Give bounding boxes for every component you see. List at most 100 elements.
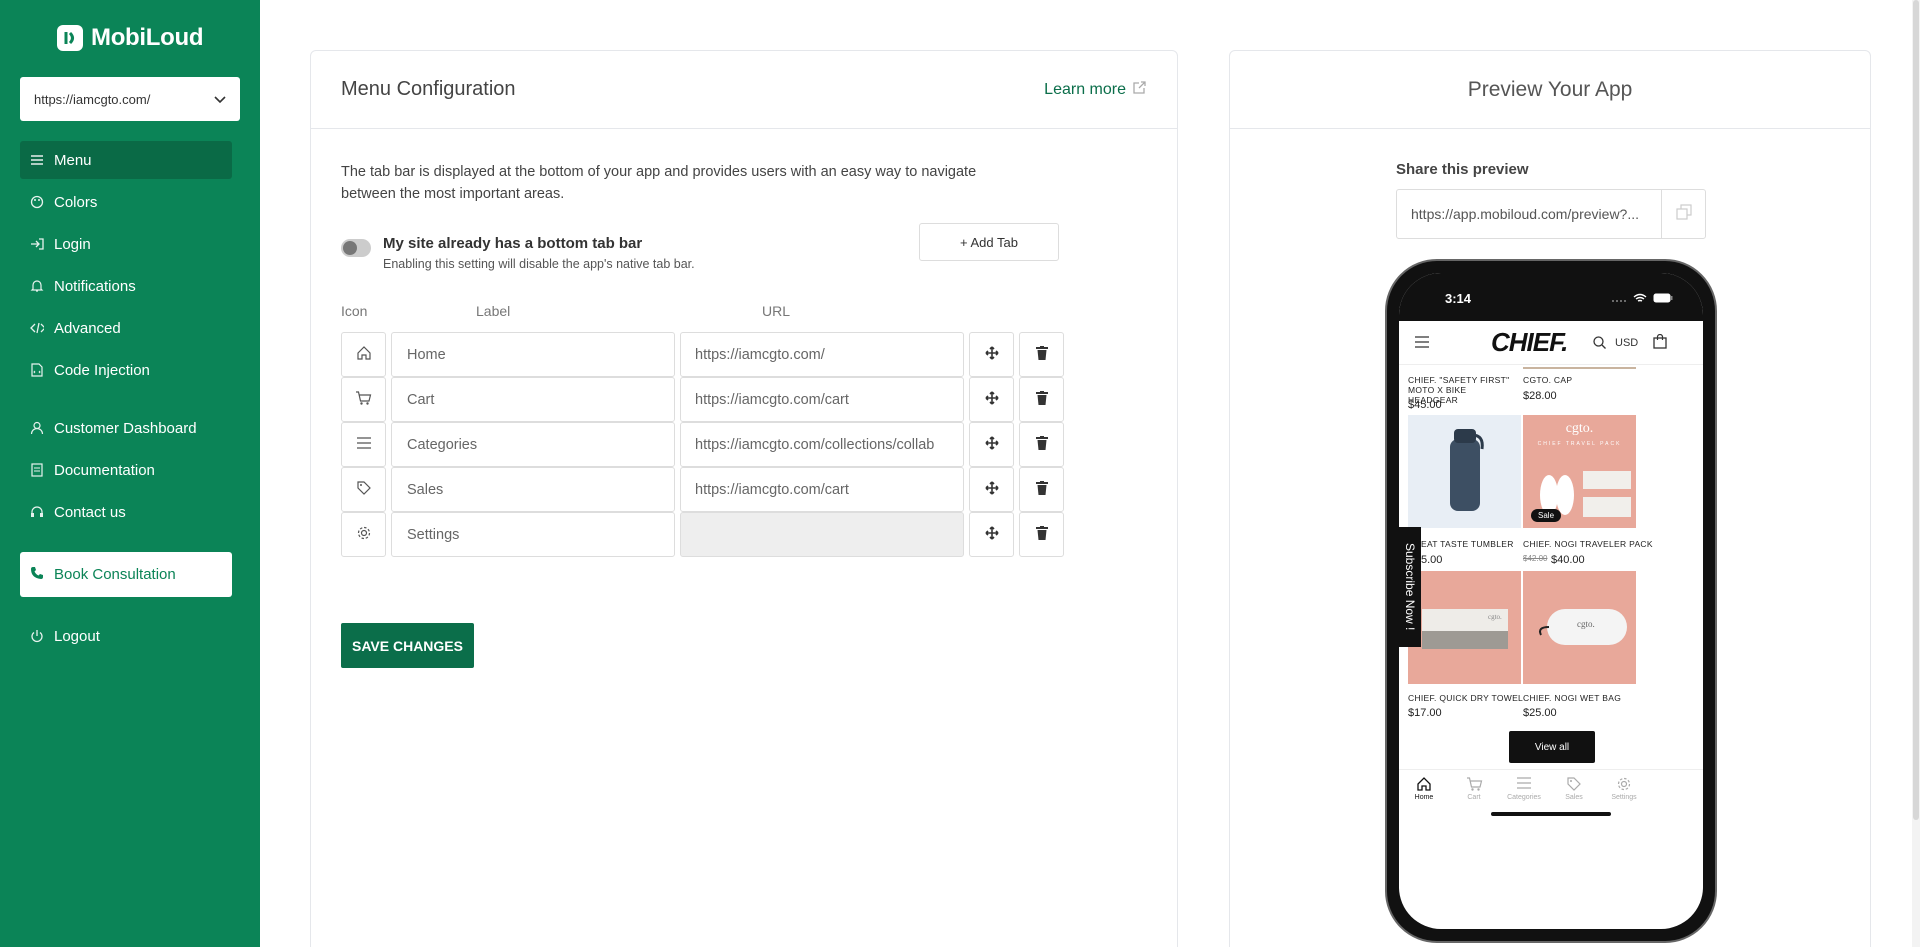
product-price: $40.00 [1551, 554, 1585, 566]
save-changes-button[interactable]: SAVE CHANGES [341, 623, 474, 668]
product-name[interactable]: CHIEF. QUICK DRY TOWEL [1408, 693, 1523, 703]
sidebar-item-code-injection[interactable]: Code Injection [20, 351, 232, 389]
app-tab-home[interactable]: Home [1399, 776, 1449, 801]
book-consultation-button[interactable]: Book Consultation [20, 552, 232, 597]
sidebar-item-login[interactable]: Login [20, 225, 232, 263]
view-all-button[interactable]: View all [1509, 731, 1595, 763]
sidebar-item-notifications[interactable]: Notifications [20, 267, 232, 305]
tab-row: Cart https://iamcgto.com/cart [341, 377, 1064, 422]
tab-label-input[interactable]: Categories [391, 422, 675, 467]
sidebar: MobiLoud https://iamcgto.com/ Menu Color… [0, 0, 260, 947]
move-icon [984, 435, 999, 454]
site-select[interactable]: https://iamcgto.com/ [20, 77, 240, 121]
tab-icon-picker[interactable] [341, 422, 386, 467]
tab-url-input[interactable] [680, 512, 964, 557]
move-icon [984, 390, 999, 409]
subscribe-now-tab[interactable]: Subscribe Now ! [1399, 527, 1421, 647]
app-tab-label: Cart [1467, 794, 1481, 801]
product-image[interactable]: cgto. CHIEF TRAVEL PACK Sale [1523, 415, 1636, 528]
tab-url-input[interactable]: https://iamcgto.com/collections/collab [680, 422, 964, 467]
tumbler-illustration [1450, 429, 1484, 511]
status-time: 3:14 [1445, 291, 1472, 306]
add-tab-button[interactable]: + Add Tab [919, 223, 1059, 261]
delete-tab-button[interactable] [1019, 377, 1064, 422]
tab-url-input[interactable]: https://iamcgto.com/cart [680, 377, 964, 422]
app-tab-label: Categories [1507, 794, 1541, 801]
sidebar-item-logout[interactable]: Logout [20, 617, 232, 655]
preview-panel: Preview Your App Share this preview http… [1229, 50, 1871, 947]
sidebar-item-documentation[interactable]: Documentation [20, 451, 232, 489]
app-tab-cart[interactable]: Cart [1449, 776, 1499, 801]
bell-icon [30, 279, 44, 293]
product-image[interactable]: cgto. [1523, 571, 1636, 684]
search-icon[interactable] [1593, 336, 1606, 354]
tab-icon-picker[interactable] [341, 332, 386, 377]
tab-icon-picker[interactable] [341, 512, 386, 557]
tab-label-input[interactable]: Sales [391, 467, 675, 512]
product-price: $45.00 [1408, 399, 1442, 411]
tab-url-input[interactable]: https://iamcgto.com/cart [680, 467, 964, 512]
tab-label-input[interactable]: Settings [391, 512, 675, 557]
document-icon [30, 463, 44, 477]
app-header: CHIEF. USD [1399, 321, 1703, 365]
product-old-price: $42.00 [1523, 554, 1548, 563]
app-tab-categories[interactable]: Categories [1499, 776, 1549, 801]
sidebar-item-label: Colors [54, 193, 98, 211]
sidebar-item-label: Customer Dashboard [54, 419, 197, 437]
learn-more-link[interactable]: Learn more [1044, 80, 1147, 100]
delete-tab-button[interactable] [1019, 467, 1064, 512]
product-name[interactable]: EAT TASTE TUMBLER [1421, 539, 1514, 549]
currency-selector[interactable]: USD [1615, 337, 1638, 349]
share-url-input[interactable]: https://app.mobiloud.com/preview?... [1397, 190, 1661, 238]
store-logo[interactable]: CHIEF. [1491, 327, 1568, 358]
delete-tab-button[interactable] [1019, 512, 1064, 557]
drag-handle[interactable] [969, 467, 1014, 512]
tab-icon-picker[interactable] [341, 467, 386, 512]
drag-handle[interactable] [969, 332, 1014, 377]
product-name[interactable]: CHIEF. NOGI TRAVELER PACK [1523, 539, 1653, 549]
menu-icon [30, 153, 44, 167]
file-code-icon [30, 363, 44, 377]
tab-icon-picker[interactable] [341, 377, 386, 422]
sidebar-item-advanced[interactable]: Advanced [20, 309, 232, 347]
sidebar-item-contact-us[interactable]: Contact us [20, 493, 232, 531]
column-header-url: URL [762, 303, 791, 319]
product-image[interactable]: cgto. [1408, 571, 1521, 684]
move-icon [984, 525, 999, 544]
cart-icon [355, 390, 372, 410]
menu-configuration-panel: Menu Configuration Learn more The tab ba… [310, 50, 1178, 947]
column-header-icon: Icon [341, 303, 368, 319]
app-tab-sales[interactable]: Sales [1549, 776, 1599, 801]
delete-tab-button[interactable] [1019, 332, 1064, 377]
app-tab-settings[interactable]: Settings [1599, 776, 1649, 801]
home-icon [1399, 776, 1449, 794]
sidebar-item-colors[interactable]: Colors [20, 183, 232, 221]
page-scrollbar[interactable] [1912, 0, 1920, 947]
book-consultation-label: Book Consultation [54, 566, 176, 583]
product-name[interactable]: CGTO. CAP [1523, 375, 1572, 385]
tab-label-input[interactable]: Cart [391, 377, 675, 422]
list-icon [1499, 776, 1549, 794]
hamburger-icon[interactable] [1415, 335, 1429, 353]
tab-label-input[interactable]: Home [391, 332, 675, 377]
tab-url-input[interactable]: https://iamcgto.com/ [680, 332, 964, 377]
sidebar-item-menu[interactable]: Menu [20, 141, 232, 179]
bottom-tab-bar-toggle[interactable] [341, 239, 371, 257]
trash-icon [1035, 390, 1048, 409]
sidebar-item-label: Advanced [54, 319, 121, 337]
sidebar-item-customer-dashboard[interactable]: Customer Dashboard [20, 409, 232, 447]
wifi-icon [1633, 291, 1647, 306]
product-name[interactable]: CHIEF. NOGI WET BAG [1523, 693, 1621, 703]
logo-icon [57, 25, 83, 51]
drag-handle[interactable] [969, 422, 1014, 467]
bag-icon[interactable] [1653, 333, 1667, 354]
copy-button[interactable] [1661, 190, 1705, 238]
drag-handle[interactable] [969, 377, 1014, 422]
drag-handle[interactable] [969, 512, 1014, 557]
product-image[interactable] [1408, 415, 1521, 528]
app-tab-label: Settings [1611, 794, 1637, 801]
tag-icon [356, 480, 372, 500]
mobiloud-logo[interactable]: MobiLoud [57, 24, 204, 52]
product-image[interactable] [1523, 367, 1636, 369]
delete-tab-button[interactable] [1019, 422, 1064, 467]
